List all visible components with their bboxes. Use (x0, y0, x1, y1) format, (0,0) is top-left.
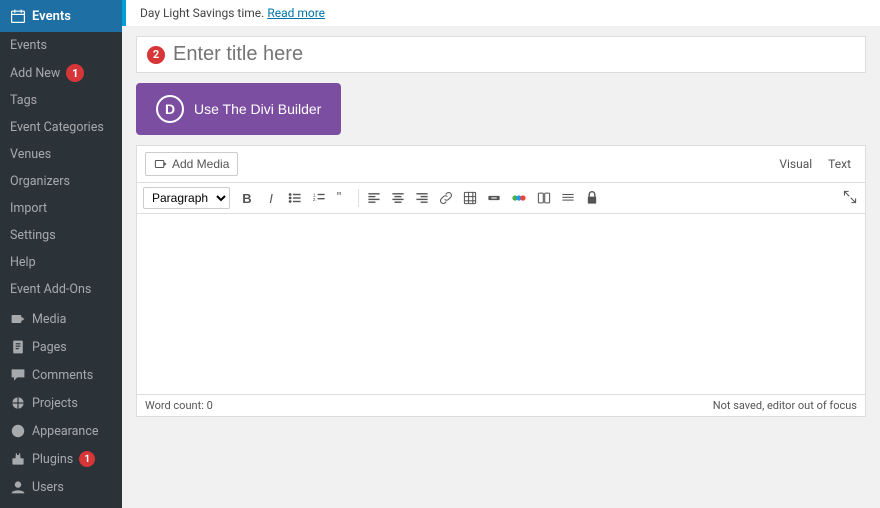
editor-toolbar: Paragraph B I 1.2. " (137, 183, 865, 214)
align-right-icon (415, 191, 429, 205)
sidebar-menu: Events Add New 1 Tags Event Categories V… (0, 32, 122, 303)
toolbar-sep-1 (358, 189, 359, 207)
divi-builder-section: D Use The Divi Builder (136, 83, 866, 135)
visual-tab[interactable]: Visual (773, 155, 818, 173)
media-icon (10, 311, 26, 327)
plugins-icon (10, 451, 26, 467)
title-step-badge: 2 (147, 46, 165, 64)
align-left-button[interactable] (363, 189, 385, 207)
sidebar-item-event-addons[interactable]: Event Add-Ons (0, 276, 122, 303)
bold-button[interactable]: B (236, 190, 258, 207)
blockquote-icon: " (336, 191, 350, 205)
lock-button[interactable] (581, 189, 603, 207)
sidebar-item-help[interactable]: Help (0, 249, 122, 276)
more-icon (487, 191, 501, 205)
sidebar-item-organizers[interactable]: Organizers (0, 168, 122, 195)
appearance-icon (10, 423, 26, 439)
main-content: Day Light Savings time. Read more 2 Divi… (122, 0, 880, 508)
sidebar-item-import[interactable]: Import (0, 195, 122, 222)
title-row: 2 Divi San Francisco (136, 36, 866, 73)
editor-body[interactable] (137, 214, 865, 394)
ul-button[interactable] (284, 189, 306, 207)
lock-icon (586, 191, 598, 205)
sidebar-item-settings[interactable]: Settings (0, 222, 122, 249)
sidebar: Events Events Add New 1 Tags Event Categ… (0, 0, 122, 508)
sidebar-section-plugins[interactable]: Plugins 1 (0, 443, 122, 471)
sidebar-item-event-categories[interactable]: Event Categories (0, 114, 122, 141)
align-left-icon (367, 191, 381, 205)
divi-builder-button[interactable]: D Use The Divi Builder (136, 83, 341, 135)
svg-text:2.: 2. (313, 197, 317, 203)
editor-top-bar: Add Media Visual Text (137, 146, 865, 183)
sidebar-section-users[interactable]: Users (0, 471, 122, 499)
sidebar-header-label: Events (32, 9, 71, 24)
users-icon (10, 479, 26, 495)
link-button[interactable] (435, 189, 457, 207)
sidebar-item-venues[interactable]: Venues (0, 141, 122, 168)
columns-icon (537, 191, 551, 205)
format-select[interactable]: Paragraph (143, 187, 230, 209)
tribe-icon (511, 191, 527, 205)
visual-text-tabs: Visual Text (773, 155, 857, 173)
italic-button[interactable]: I (260, 190, 282, 207)
notice-bar: Day Light Savings time. Read more (122, 0, 880, 26)
add-new-badge: 1 (66, 64, 84, 82)
content-area: 2 Divi San Francisco D Use The Divi Buil… (122, 26, 880, 508)
table-icon (463, 191, 477, 205)
add-media-icon (154, 157, 168, 171)
blockquote-button[interactable]: " (332, 189, 354, 207)
sidebar-section-comments[interactable]: Comments (0, 359, 122, 387)
svg-text:": " (337, 191, 341, 204)
divi-button-label: Use The Divi Builder (194, 101, 321, 117)
ol-button[interactable]: 1.2. (308, 189, 330, 207)
sidebar-item-tags[interactable]: Tags (0, 87, 122, 114)
link-icon (439, 191, 453, 205)
expand-editor-button[interactable] (841, 188, 859, 209)
lines-icon (561, 191, 575, 205)
editor-status: Not saved, editor out of focus (713, 399, 857, 412)
align-center-icon (391, 191, 405, 205)
sidebar-section-media[interactable]: Media (0, 303, 122, 331)
sidebar-section-tools[interactable]: Tools (0, 499, 122, 508)
plugins-badge: 1 (79, 451, 95, 467)
sidebar-section-pages[interactable]: Pages (0, 331, 122, 359)
more-button[interactable] (483, 189, 505, 207)
editor-footer: Word count: 0 Not saved, editor out of f… (137, 394, 865, 416)
align-center-button[interactable] (387, 189, 409, 207)
word-count: Word count: 0 (145, 399, 213, 412)
tribe-events-button[interactable] (507, 189, 531, 207)
sidebar-section-projects[interactable]: Projects (0, 387, 122, 415)
pages-icon (10, 339, 26, 355)
expand-icon (843, 190, 857, 204)
ul-icon (288, 191, 302, 205)
lines-button[interactable] (557, 189, 579, 207)
sidebar-section-appearance[interactable]: Appearance (0, 415, 122, 443)
text-tab[interactable]: Text (822, 155, 857, 173)
projects-icon (10, 395, 26, 411)
columns-button[interactable] (533, 189, 555, 207)
add-media-button[interactable]: Add Media (145, 152, 238, 176)
align-right-button[interactable] (411, 189, 433, 207)
notice-text: Day Light Savings time. (140, 6, 264, 20)
calendar-icon (10, 8, 26, 24)
comments-icon (10, 367, 26, 383)
post-title-input[interactable]: Divi San Francisco (173, 43, 855, 66)
table-button[interactable] (459, 189, 481, 207)
sidebar-events-header[interactable]: Events (0, 0, 122, 32)
sidebar-item-events[interactable]: Events (0, 32, 122, 59)
ol-icon: 1.2. (312, 191, 326, 205)
sidebar-item-add-new[interactable]: Add New 1 (0, 59, 122, 87)
read-more-link[interactable]: Read more (267, 6, 325, 20)
editor-container: Add Media Visual Text Paragraph B I (136, 145, 866, 417)
divi-letter-icon: D (156, 95, 184, 123)
